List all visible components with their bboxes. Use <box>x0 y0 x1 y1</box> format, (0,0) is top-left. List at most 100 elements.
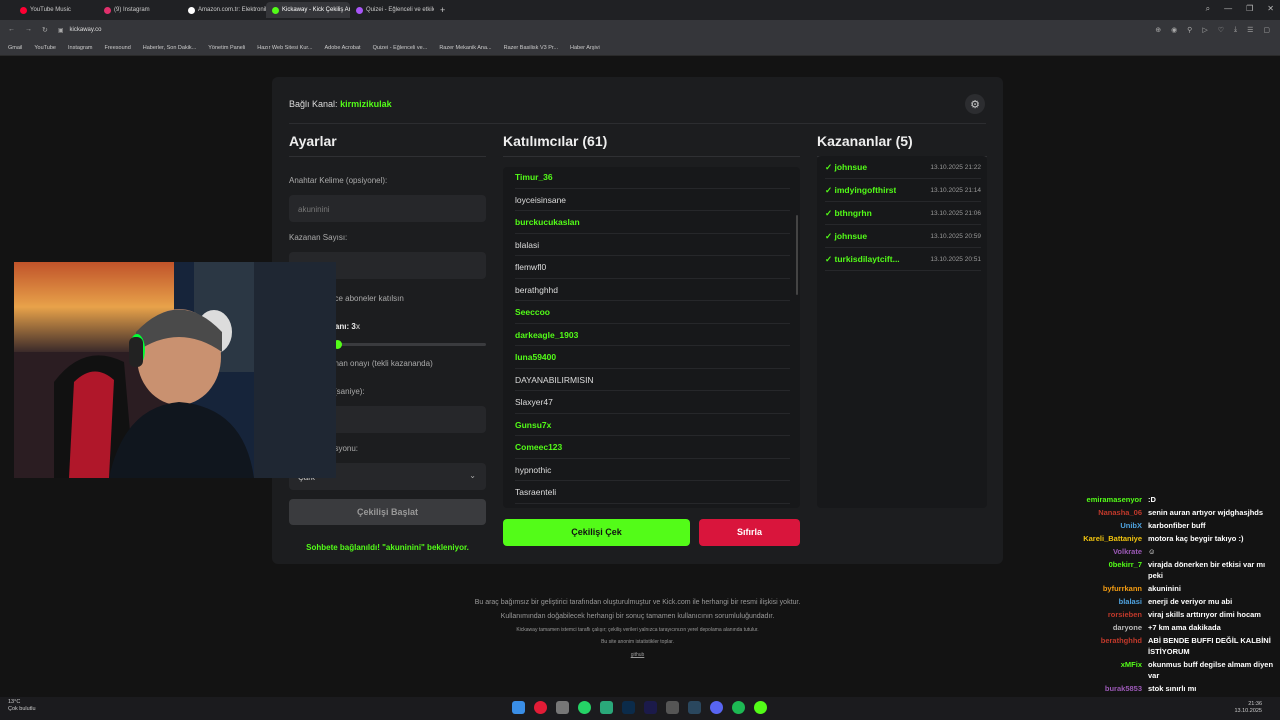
winner-count-label: Kazanan Sayısı: <box>289 233 348 242</box>
zoom-icon[interactable]: ⊕ <box>1155 26 1161 34</box>
chat-text: enerji de veriyor mu abi <box>1148 597 1233 606</box>
chat-text: ☺ <box>1148 547 1156 556</box>
reload-icon[interactable]: ↻ <box>42 26 48 34</box>
chat-username: emiramasenyor <box>1086 495 1142 504</box>
minimize-icon[interactable]: — <box>1224 4 1232 14</box>
spotify-icon[interactable] <box>732 701 745 714</box>
winner-name: ✓ johnsue <box>825 162 867 173</box>
participant-row: loyceisinsane <box>515 189 790 211</box>
after-effects-icon[interactable] <box>644 701 657 714</box>
scrollbar[interactable] <box>796 215 798 295</box>
tab-2[interactable]: Amazon.com.tr: Elektronik <box>182 2 266 18</box>
chat-message: 0bekirr_7 virajda dönerken bir etkisi var… <box>1040 559 1280 581</box>
webcam-image <box>14 262 336 478</box>
bookmark-item[interactable]: Adobe Acrobat <box>325 45 361 51</box>
menu-icon[interactable]: ☰ <box>1247 26 1253 34</box>
participant-row: hypnothic <box>515 459 790 481</box>
winner-row: ✓ johnsue 13.10.2025 21:22 <box>825 156 981 179</box>
opera-icon[interactable] <box>534 701 547 714</box>
tab-3[interactable]: Kickaway - Kick Çekiliş Ar... <box>266 2 350 18</box>
chat-username: blalasi <box>1118 597 1142 606</box>
windows-start-icon[interactable] <box>512 701 525 714</box>
participant-row: Seeccoo <box>515 301 790 324</box>
disclaimer-4: Bu site anonim istatistikler toplar. <box>601 639 674 645</box>
forward-icon[interactable]: → <box>25 26 32 34</box>
winner-time: 13.10.2025 20:59 <box>930 232 981 240</box>
keyword-input[interactable]: akuninini <box>289 195 486 222</box>
chat-text: ABİ BENDE BUFFI DEĞİL KALBİNİ İSTİYORUM <box>1148 636 1271 656</box>
bookmark-item[interactable]: Freesound <box>104 45 130 51</box>
tab-0[interactable]: YouTube Music <box>14 2 98 18</box>
discord-icon[interactable] <box>710 701 723 714</box>
bookmark-item[interactable]: Razer Basilisk V3 Pr... <box>504 45 558 51</box>
play-icon[interactable]: ▷ <box>1202 26 1207 34</box>
winner-row: ✓ imdyingofthirst 13.10.2025 21:14 <box>825 179 981 202</box>
participant-row: Timur_36 <box>515 167 790 189</box>
disclaimer-2: Kullanımından doğabilecek herhangi bir s… <box>500 613 775 620</box>
bookmark-item[interactable]: Haber Arşivi <box>570 45 600 51</box>
reset-button[interactable]: Sıfırla <box>699 519 800 546</box>
winner-time: 13.10.2025 21:22 <box>930 163 981 171</box>
heart-icon[interactable]: ♡ <box>1218 26 1224 34</box>
chat-text: stok sınırlı mı <box>1148 684 1197 693</box>
steam-icon[interactable] <box>688 701 701 714</box>
winner-username: johnsue <box>834 230 868 241</box>
bookmark-item[interactable]: Hazır Web Sitesi Kur... <box>257 45 312 51</box>
chat-username: xMFix <box>1120 660 1142 669</box>
participants-title: Katılımcılar (61) <box>503 133 608 149</box>
start-draw-button[interactable]: Çekilişi Başlat <box>289 499 486 525</box>
search-tabs-icon[interactable]: ⌕ <box>1206 4 1210 14</box>
github-link[interactable]: github <box>272 652 1003 658</box>
clock-time: 21:36 <box>1248 701 1262 707</box>
tab-list: YouTube Music (9) Instagram Amazon.com.tr:… <box>14 2 434 18</box>
system-clock[interactable]: 21:36 13.10.2025 <box>1234 701 1262 715</box>
bookmark-item[interactable]: Quizei - Eğlenceli ve... <box>373 45 428 51</box>
tab-label: Kickaway - Kick Çekiliş Ar... <box>282 7 350 13</box>
tab-4[interactable]: Quizei - Eğlenceli ve etkile... <box>350 2 434 18</box>
bookmark-item[interactable]: Yönetim Paneli <box>208 45 245 51</box>
window-controls: ⌕ — ❐ ✕ <box>1206 4 1274 14</box>
back-icon[interactable]: ← <box>8 26 15 34</box>
winners-title: Kazananlar (5) <box>817 133 913 149</box>
pin-icon[interactable]: ⚲ <box>1187 26 1192 34</box>
weather-text: Çok bulutlu <box>8 706 36 712</box>
participants-list[interactable]: Timur_36 loyceisinsane burckucukaslan blala… <box>503 167 800 508</box>
tab-1[interactable]: (9) Instagram <box>98 2 182 18</box>
close-window-icon[interactable]: ✕ <box>1267 4 1274 14</box>
chat-message: berathghhd ABİ BENDE BUFFI DEĞİL KALBİNİ … <box>1040 635 1280 657</box>
download-icon[interactable]: ⤓ <box>1234 26 1237 34</box>
chat-username: rorsieben <box>1107 610 1142 619</box>
chat-text: +7 km ama dakikada <box>1148 623 1221 632</box>
obs-icon[interactable] <box>600 701 613 714</box>
bookmark-item[interactable]: YouTube <box>34 45 56 51</box>
winner-row: ✓ bthngrhn 13.10.2025 21:06 <box>825 202 981 225</box>
camera-icon[interactable]: ◉ <box>1171 26 1177 34</box>
connection-status: Sohbete bağlanıldı! "akuninini" bekleniy… <box>306 543 469 552</box>
photoshop-icon[interactable] <box>622 701 635 714</box>
kick-icon[interactable] <box>754 701 767 714</box>
gear-icon[interactable]: ⚙ <box>965 94 985 114</box>
webcam-overlay <box>14 262 336 478</box>
maximize-icon[interactable]: ❐ <box>1246 4 1253 14</box>
winner-time: 13.10.2025 20:51 <box>930 255 981 263</box>
draw-winner-button[interactable]: Çekilişi Çek <box>503 519 690 546</box>
new-tab-button[interactable]: + <box>440 5 445 15</box>
multiplier-slider[interactable] <box>330 340 486 349</box>
chat-text: okunmus buff degilse almam diyen var <box>1148 660 1274 680</box>
app-icon[interactable] <box>666 701 679 714</box>
tab-favicon-icon <box>188 6 195 14</box>
url-field[interactable]: kickaway.co <box>70 27 102 33</box>
chat-message: Nanasha_06 senin auran artıyor wjdghasjhd… <box>1040 507 1280 518</box>
weather-widget[interactable]: 13°C Çok bulutlu <box>8 699 36 713</box>
bookmark-item[interactable]: Gmail <box>8 45 22 51</box>
file-explorer-icon[interactable] <box>556 701 569 714</box>
stream-chat: emiramasenyor:D Nanasha_06 senin auran art… <box>1040 494 1280 709</box>
bookmark-item[interactable]: Haberler, Son Dakik... <box>143 45 197 51</box>
whatsapp-icon[interactable] <box>578 701 591 714</box>
bookmark-item[interactable]: Instagram <box>68 45 92 51</box>
bookmark-item[interactable]: Razer Mekanik Ana... <box>439 45 491 51</box>
wallet-icon[interactable]: ▢ <box>1263 26 1270 34</box>
winner-name: ✓ johnsue <box>825 231 867 242</box>
winner-row: ✓ johnsue 13.10.2025 20:59 <box>825 225 981 248</box>
connected-channel: Bağlı Kanal: kirmizikulak <box>289 99 392 109</box>
